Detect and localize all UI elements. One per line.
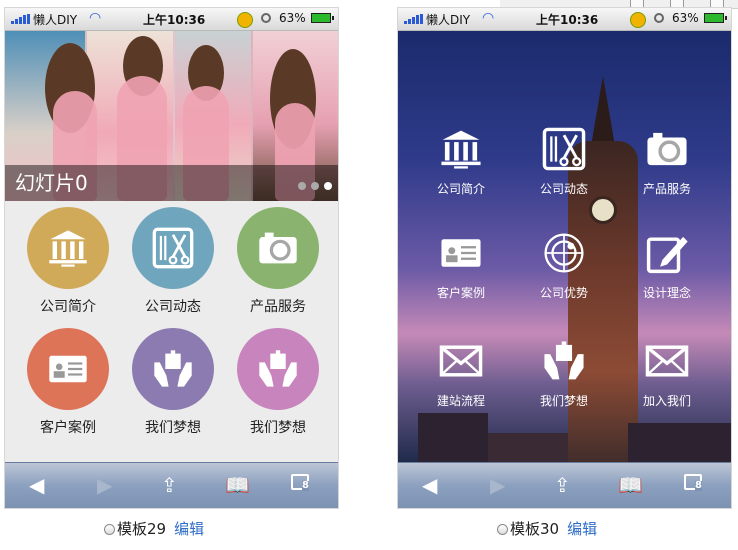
building-icon xyxy=(411,126,511,176)
slide-dot[interactable] xyxy=(311,182,319,190)
menu-tile-label: 公司简介 xyxy=(436,182,485,196)
camera-icon xyxy=(237,207,319,289)
slide-dot[interactable] xyxy=(298,182,306,190)
menu-tile-label: 产品服务 xyxy=(250,299,306,315)
template-30-preview: 懒人DIY ◠ 上午10:36 63% 公司简介 公司动态 产品服务客户案例 公司优势… xyxy=(398,8,731,508)
template-30-footer: 模板30 编辑 xyxy=(497,518,597,539)
window-control-icon[interactable] xyxy=(710,0,724,8)
tabs-icon[interactable]: 8 xyxy=(684,474,702,491)
slideshow[interactable]: 幻灯片0 xyxy=(5,31,338,201)
menu-tile[interactable]: 公司简介 xyxy=(18,207,118,316)
radar-icon xyxy=(514,230,614,280)
window-control-icon[interactable] xyxy=(630,0,644,8)
template-29-preview: 懒人DIY ◠ 上午10:36 63% 幻灯片0 公司简介 公司动态 产品服务客户案… xyxy=(5,8,338,508)
menu-tile-label: 客户案例 xyxy=(436,286,485,300)
menu-tile[interactable]: 我们梦想 xyxy=(228,328,328,437)
menu-tile[interactable]: 设计理念 xyxy=(617,230,717,301)
mail-icon xyxy=(617,338,717,388)
bookmarks-icon[interactable]: 📖 xyxy=(618,475,643,495)
signal-icon xyxy=(11,14,31,24)
menu-tile-label: 公司优势 xyxy=(539,286,588,300)
browser-toolbar: ◀ ▶ ⇪ 📖 8 xyxy=(5,462,338,508)
menu-tile-label: 产品服务 xyxy=(642,182,691,196)
slide-caption: 幻灯片0 xyxy=(15,171,88,195)
forward-icon[interactable]: ▶ xyxy=(97,475,112,495)
hands-gift-icon xyxy=(237,328,319,410)
forward-icon[interactable]: ▶ xyxy=(490,475,505,495)
battery-icon xyxy=(704,13,727,23)
menu-tile-label: 我们梦想 xyxy=(250,420,306,436)
back-icon[interactable]: ◀ xyxy=(422,475,437,495)
tabs-count: 8 xyxy=(695,480,702,491)
rotation-lock-icon xyxy=(261,13,271,23)
battery-percent: 63% xyxy=(279,11,306,25)
menu-tile-label: 设计理念 xyxy=(642,286,691,300)
sync-icon xyxy=(237,12,253,28)
menu-tile[interactable]: 我们梦想 xyxy=(514,338,614,409)
back-icon[interactable]: ◀ xyxy=(29,475,44,495)
mail-icon xyxy=(411,338,511,388)
menu-tile[interactable]: 产品服务 xyxy=(228,207,328,316)
scissors-news-icon xyxy=(514,126,614,176)
menu-tile-label: 公司简介 xyxy=(40,299,96,315)
rotation-lock-icon xyxy=(654,13,664,23)
status-bar: 懒人DIY ◠ 上午10:36 63% xyxy=(5,8,338,31)
browser-toolbar: ◀ ▶ ⇪ 📖 8 xyxy=(398,462,731,508)
template-29-radio[interactable] xyxy=(104,524,115,535)
template-29-edit-link[interactable]: 编辑 xyxy=(174,520,204,538)
slide-dot[interactable] xyxy=(324,182,332,190)
status-time: 上午10:36 xyxy=(143,13,206,27)
status-time: 上午10:36 xyxy=(536,13,599,27)
signal-icon xyxy=(404,14,424,24)
menu-tile[interactable]: 加入我们 xyxy=(617,338,717,409)
menu-tile-label: 公司动态 xyxy=(145,299,201,315)
share-icon[interactable]: ⇪ xyxy=(554,475,571,495)
battery-icon xyxy=(311,13,334,23)
menu-tile-label: 客户案例 xyxy=(40,420,96,436)
menu-tile[interactable]: 我们梦想 xyxy=(123,328,223,437)
template-29-footer: 模板29 编辑 xyxy=(104,518,204,539)
template-30-radio[interactable] xyxy=(497,524,508,535)
menu-tile[interactable]: 公司动态 xyxy=(123,207,223,316)
id-card-icon xyxy=(411,230,511,280)
menu-tile[interactable]: 客户案例 xyxy=(411,230,511,301)
menu-tile-label: 建站流程 xyxy=(436,394,485,408)
template-29-label: 模板29 xyxy=(117,520,167,538)
tabs-icon[interactable]: 8 xyxy=(291,474,309,491)
menu-tile[interactable]: 公司动态 xyxy=(514,126,614,197)
menu-tile[interactable]: 客户案例 xyxy=(18,328,118,437)
menu-tile[interactable]: 产品服务 xyxy=(617,126,717,197)
slide-indicators xyxy=(293,175,332,194)
clock-icon xyxy=(589,196,617,224)
bookmarks-icon[interactable]: 📖 xyxy=(225,475,250,495)
menu-tile-label: 我们梦想 xyxy=(539,394,588,408)
hands-gift-icon xyxy=(514,338,614,388)
hands-gift-icon xyxy=(132,328,214,410)
battery-percent: 63% xyxy=(672,11,699,25)
camera-icon xyxy=(617,126,717,176)
menu-tile-label: 我们梦想 xyxy=(145,420,201,436)
carrier-name: 懒人DIY xyxy=(33,13,78,27)
sync-icon xyxy=(630,12,646,28)
menu-tile[interactable]: 建站流程 xyxy=(411,338,511,409)
menu-tile[interactable]: 公司优势 xyxy=(514,230,614,301)
tabs-count: 8 xyxy=(302,480,309,491)
template-30-edit-link[interactable]: 编辑 xyxy=(567,520,597,538)
wifi-icon: ◠ xyxy=(482,10,495,26)
share-icon[interactable]: ⇪ xyxy=(161,475,178,495)
menu-tile[interactable]: 公司简介 xyxy=(411,126,511,197)
status-bar: 懒人DIY ◠ 上午10:36 63% xyxy=(398,8,731,31)
template-30-label: 模板30 xyxy=(510,520,560,538)
building-icon xyxy=(27,207,109,289)
menu-tile-label: 公司动态 xyxy=(539,182,588,196)
menu-tile-label: 加入我们 xyxy=(642,394,691,408)
wifi-icon: ◠ xyxy=(89,10,102,26)
scissors-news-icon xyxy=(132,207,214,289)
window-control-icon[interactable] xyxy=(670,0,684,8)
carrier-name: 懒人DIY xyxy=(426,13,471,27)
id-card-icon xyxy=(27,328,109,410)
pencil-icon xyxy=(617,230,717,280)
